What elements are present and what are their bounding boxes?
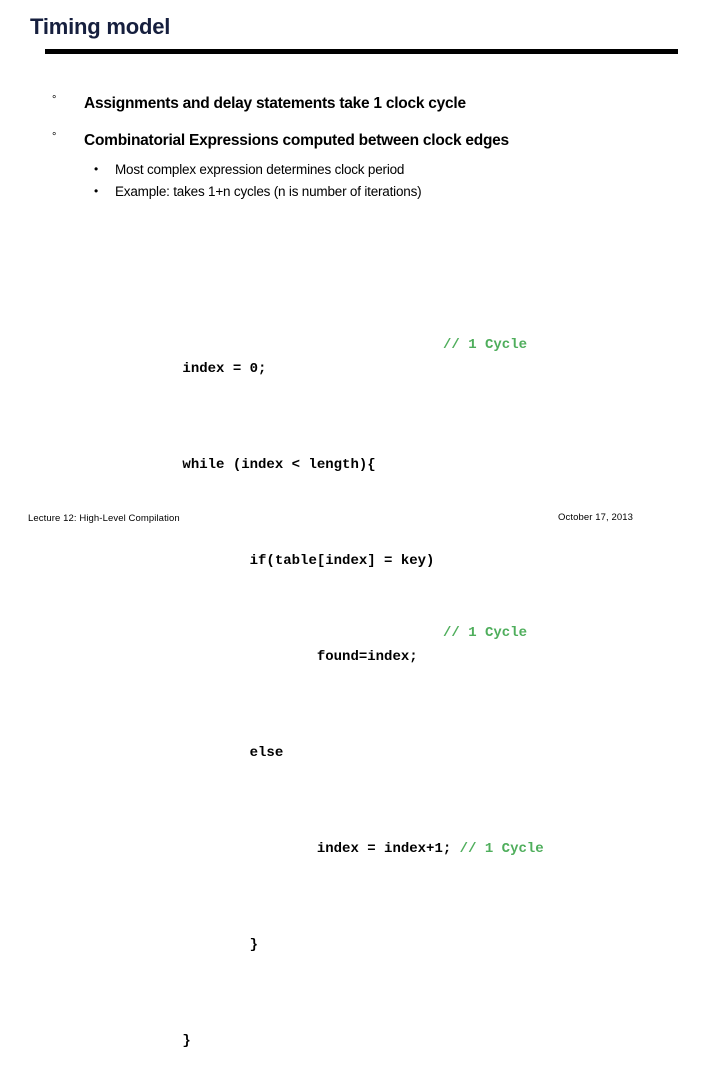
slide-canvas: Timing model ° Assignments and delay sta… [0, 0, 720, 1049]
code-line: } [132, 909, 544, 953]
bullet-item-1: ° Assignments and delay statements take … [0, 94, 720, 116]
bullet-item-2-label: Combinatorial Expressions computed betwe… [84, 132, 509, 149]
sub-bullet-item-2: • Example: takes 1+n cycles (n is number… [0, 183, 720, 202]
code-line-text: found=index; [182, 649, 418, 665]
footer-lecture-label: Lecture 12: High-Level Compilation [28, 513, 180, 524]
code-line-text: index = index+1; [182, 841, 460, 857]
bullet-item-2: ° Combinatorial Expressions computed bet… [0, 131, 720, 153]
code-line-text: else [182, 745, 284, 761]
code-line-text: } [182, 937, 259, 953]
bullet-marker-dot-icon: • [94, 184, 99, 198]
code-line: if(table[index] = key) [132, 525, 544, 569]
code-line-comment: // 1 Cycle [443, 337, 528, 353]
code-line: else [132, 717, 544, 761]
sub-bullet-item-1: • Most complex expression determines clo… [0, 161, 720, 180]
bullet-item-1-label: Assignments and delay statements take 1 … [84, 95, 466, 112]
code-snippet: index = 0; // 1 Cycle while (index < leng… [132, 261, 544, 1080]
bullet-marker-circle-icon: ° [52, 94, 57, 106]
footer-date-label: October 17, 2013 [558, 512, 634, 523]
code-line: found=index; // 1 Cycle [132, 621, 544, 665]
code-line-text: } [182, 1033, 191, 1049]
title-divider [45, 49, 678, 54]
page-title: Timing model [30, 14, 171, 39]
code-line-comment: // 1 Cycle [459, 841, 544, 857]
code-line-text: if(table[index] = key) [182, 553, 435, 569]
code-line: index = 0; // 1 Cycle [132, 333, 544, 377]
code-line-text: index = 0; [182, 361, 267, 377]
code-line: while (index < length){ [132, 429, 544, 473]
bullet-marker-dot-icon: • [94, 162, 99, 176]
code-line: } [132, 1005, 544, 1049]
code-line-comment: // 1 Cycle [443, 625, 528, 641]
bullet-marker-circle-icon: ° [52, 131, 57, 143]
bullet-list: ° Assignments and delay statements take … [0, 94, 720, 205]
sub-bullet-item-2-label: Example: takes 1+n cycles (n is number o… [115, 184, 422, 199]
bullet-spacer [0, 124, 720, 131]
code-line-text: while (index < length){ [182, 457, 376, 473]
code-line: index = index+1; // 1 Cycle [132, 813, 544, 857]
sub-bullet-item-1-label: Most complex expression determines clock… [115, 162, 405, 177]
